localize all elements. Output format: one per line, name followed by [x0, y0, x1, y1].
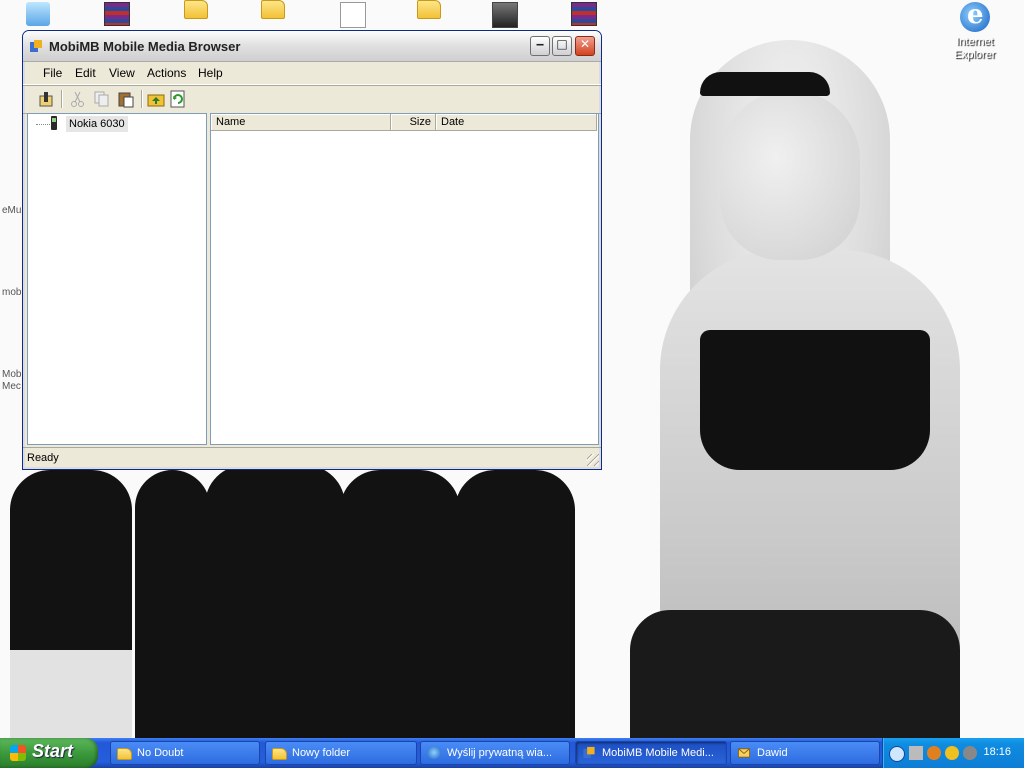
close-icon: ✕	[579, 37, 591, 51]
wallpaper-figure	[630, 610, 960, 738]
status-text: Ready	[27, 452, 59, 464]
menu-bar: File Edit View Actions Help	[23, 62, 601, 85]
toolbar	[23, 85, 601, 114]
toolbar-separator	[61, 90, 62, 108]
ie-label-line: Explorer	[954, 49, 996, 61]
taskbar-button-mobimb[interactable]: MobiMB Mobile Medi...	[575, 741, 727, 765]
antivirus-icon[interactable]	[927, 746, 941, 760]
internet-explorer-shortcut[interactable]: Internet Explorer	[948, 0, 1002, 62]
folder-icon	[117, 748, 132, 760]
toolbar-separator	[141, 90, 142, 108]
file-list[interactable]: Name Size Date	[210, 113, 599, 445]
windows-logo-icon	[10, 745, 26, 761]
tree-connector	[36, 124, 50, 125]
folder-icon[interactable]	[184, 0, 208, 19]
maximize-button[interactable]: □	[552, 36, 572, 56]
wallpaper-figure	[135, 470, 210, 738]
column-header-name[interactable]: Name	[211, 114, 391, 131]
menu-file[interactable]: File	[43, 66, 62, 80]
mobimb-app-icon	[30, 40, 42, 52]
task-label: Nowy folder	[292, 747, 351, 759]
menu-edit[interactable]: Edit	[75, 66, 96, 80]
folder-icon[interactable]	[261, 0, 285, 19]
status-bar: Ready	[23, 447, 601, 468]
ie-label: Internet Explorer	[948, 36, 1002, 62]
menu-actions[interactable]: Actions	[147, 66, 186, 80]
photo-editor-icon[interactable]	[492, 2, 518, 28]
task-label: No Doubt	[137, 747, 184, 759]
minimize-icon: ‒	[535, 37, 545, 51]
internet-explorer-icon	[427, 746, 441, 759]
column-header-size[interactable]: Size	[391, 114, 436, 131]
taskbar: Start No Doubt Nowy folder Wyślij prywat…	[0, 738, 1024, 768]
window-title: MobiMB Mobile Media Browser	[49, 39, 241, 54]
wallpaper-figure	[205, 465, 345, 738]
wallpaper-figure	[720, 90, 860, 260]
taskbar-button-browser[interactable]: Wyślij prywatną wia...	[420, 741, 570, 765]
folder-icon	[272, 748, 287, 760]
resize-grip[interactable]	[587, 454, 599, 466]
cut-icon[interactable]	[69, 90, 87, 108]
network-icon[interactable]	[909, 746, 923, 760]
tree-node-device[interactable]: Nokia 6030	[66, 116, 128, 132]
mobimb-app-icon	[583, 746, 595, 759]
task-label: Dawid	[757, 747, 788, 759]
desktop-icon-label[interactable]: eMu	[2, 205, 21, 216]
taskbar-button-no-doubt[interactable]: No Doubt	[110, 741, 260, 765]
folder-up-icon[interactable]	[147, 90, 165, 108]
wallpaper-figure	[455, 470, 575, 738]
ie-label-line: Internet	[956, 36, 994, 48]
refresh-icon[interactable]	[169, 90, 187, 108]
desktop-icon-label[interactable]: Mob	[2, 369, 21, 380]
minimize-button[interactable]: ‒	[530, 36, 550, 56]
wallpaper-figure	[700, 330, 930, 470]
system-tray: 18:16	[882, 738, 1024, 768]
mobimb-window: MobiMB Mobile Media Browser ‒ □ ✕ File E…	[22, 30, 602, 470]
maximize-icon: □	[556, 37, 568, 51]
volume-icon[interactable]	[963, 746, 977, 760]
menu-view[interactable]: View	[109, 66, 135, 80]
start-button[interactable]: Start	[0, 738, 98, 768]
paste-icon[interactable]	[117, 90, 135, 108]
internet-explorer-icon	[960, 0, 990, 32]
desktop-icon-label[interactable]: Mec	[2, 381, 21, 392]
winrar-archive-icon[interactable]	[571, 2, 597, 26]
start-label: Start	[32, 741, 74, 761]
taskbar-button-dawid[interactable]: Dawid	[730, 741, 880, 765]
mobile-phone-icon	[51, 116, 57, 130]
clock[interactable]: 18:16	[983, 746, 1011, 758]
menu-help[interactable]: Help	[198, 66, 223, 80]
title-bar[interactable]: MobiMB Mobile Media Browser ‒ □ ✕	[23, 31, 601, 62]
wallpaper-figure	[340, 470, 460, 738]
taskbar-button-nowy-folder[interactable]: Nowy folder	[265, 741, 417, 765]
close-button[interactable]: ✕	[575, 36, 595, 56]
sun-icon[interactable]	[945, 746, 959, 760]
copy-icon[interactable]	[93, 90, 111, 108]
device-tree[interactable]: Nokia 6030	[27, 113, 207, 445]
task-label: Wyślij prywatną wia...	[447, 747, 553, 759]
phone-connect-icon[interactable]	[37, 90, 55, 108]
show-hidden-icons-button[interactable]	[889, 746, 905, 762]
column-header-date[interactable]: Date	[436, 114, 597, 131]
desktop-icon-label[interactable]: mob	[2, 287, 21, 298]
folder-icon[interactable]	[417, 0, 441, 19]
wallpaper-figure	[10, 650, 132, 738]
envelope-icon	[737, 748, 751, 758]
wallpaper-figure	[700, 72, 830, 96]
task-label: MobiMB Mobile Medi...	[602, 747, 714, 759]
recycle-bin-icon[interactable]	[26, 2, 50, 26]
image-file-icon[interactable]	[340, 2, 366, 28]
winrar-archive-icon[interactable]	[104, 2, 130, 26]
